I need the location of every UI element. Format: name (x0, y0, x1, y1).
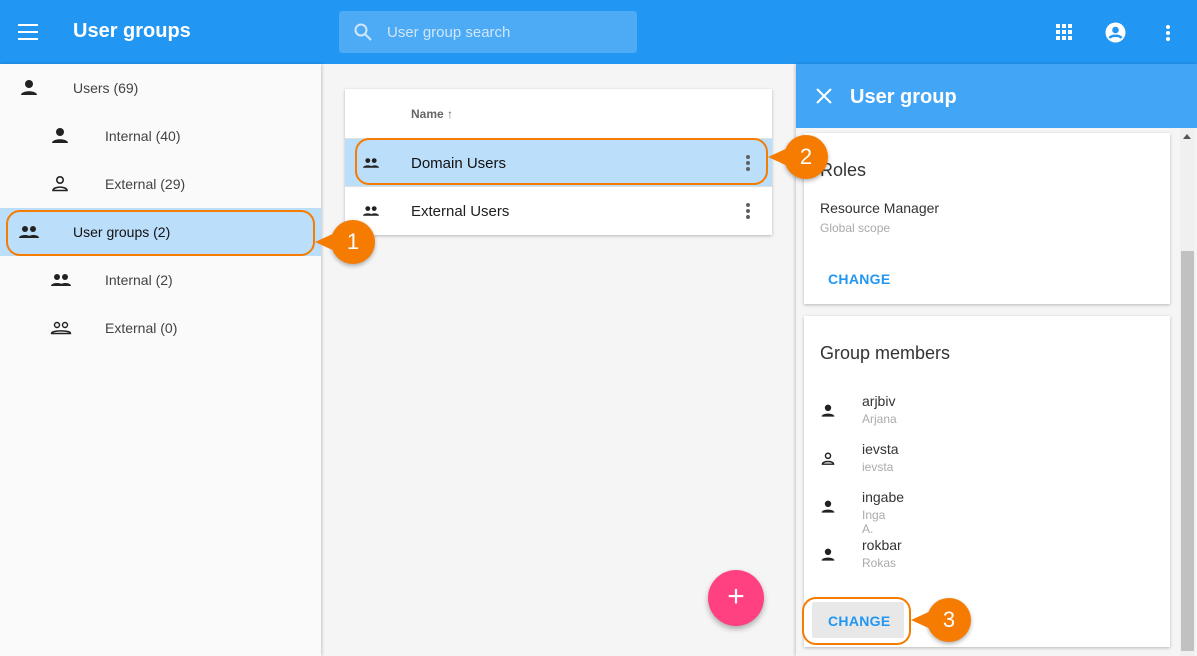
callout-badge: 1 (315, 220, 375, 264)
scrollbar-thumb[interactable] (1181, 251, 1194, 651)
role-scope: Global scope (820, 221, 891, 235)
sidebar-item-groups-internal[interactable]: Internal (2) (0, 256, 321, 304)
panel-title: User group (850, 86, 957, 108)
scrollbar[interactable] (1180, 128, 1195, 656)
sidebar-item-users-external[interactable]: External (29) (0, 160, 321, 208)
callout-outline (355, 138, 768, 185)
column-header-name[interactable]: Name ↑ (411, 107, 453, 121)
person-icon (21, 80, 37, 95)
callout-outline (802, 597, 911, 645)
callout-badge: 3 (911, 598, 971, 642)
search-icon (354, 23, 372, 41)
search-input[interactable]: User group search (339, 11, 637, 53)
menu-icon[interactable] (18, 24, 38, 40)
person-outline-icon (52, 175, 68, 192)
person-icon (821, 548, 835, 561)
close-icon[interactable] (816, 88, 832, 104)
callout-outline (6, 210, 315, 256)
person-icon (52, 128, 68, 143)
group-icon (363, 206, 379, 216)
sidebar-item-users-internal[interactable]: Internal (40) (0, 112, 321, 160)
account-icon[interactable] (1105, 22, 1126, 43)
search-placeholder: User group search (387, 24, 511, 41)
app-bar: User groups User group search (0, 0, 1197, 64)
more-vert-icon[interactable] (1166, 25, 1170, 43)
person-icon (821, 404, 835, 417)
person-icon (821, 500, 835, 513)
change-roles-button[interactable]: CHANGE (828, 271, 890, 287)
role-name: Resource Manager (820, 200, 940, 216)
sidebar: Users (69) Internal (40) External (29) U… (0, 64, 321, 656)
group-icon (51, 274, 71, 286)
sidebar-item-users[interactable]: Users (69) (0, 64, 321, 112)
page-title: User groups (73, 20, 191, 42)
callout-badge: 2 (768, 135, 828, 179)
sort-arrow-up-icon: ↑ (447, 107, 454, 121)
user-group-panel: User group Roles Resource Manager Global… (796, 64, 1197, 656)
panel-header: User group (796, 64, 1197, 128)
roles-card: Roles Resource Manager Global scope CHAN… (804, 133, 1170, 304)
person-outline-icon (821, 452, 835, 465)
sidebar-item-groups-external[interactable]: External (0) (0, 304, 321, 352)
group-outline-icon (50, 321, 72, 335)
row-menu-icon[interactable] (746, 203, 750, 221)
table-row[interactable]: External Users (345, 186, 772, 234)
apps-icon[interactable] (1056, 24, 1072, 40)
add-fab-button[interactable]: + (708, 570, 764, 626)
scroll-up-icon[interactable] (1183, 134, 1191, 139)
members-heading: Group members (820, 343, 951, 363)
